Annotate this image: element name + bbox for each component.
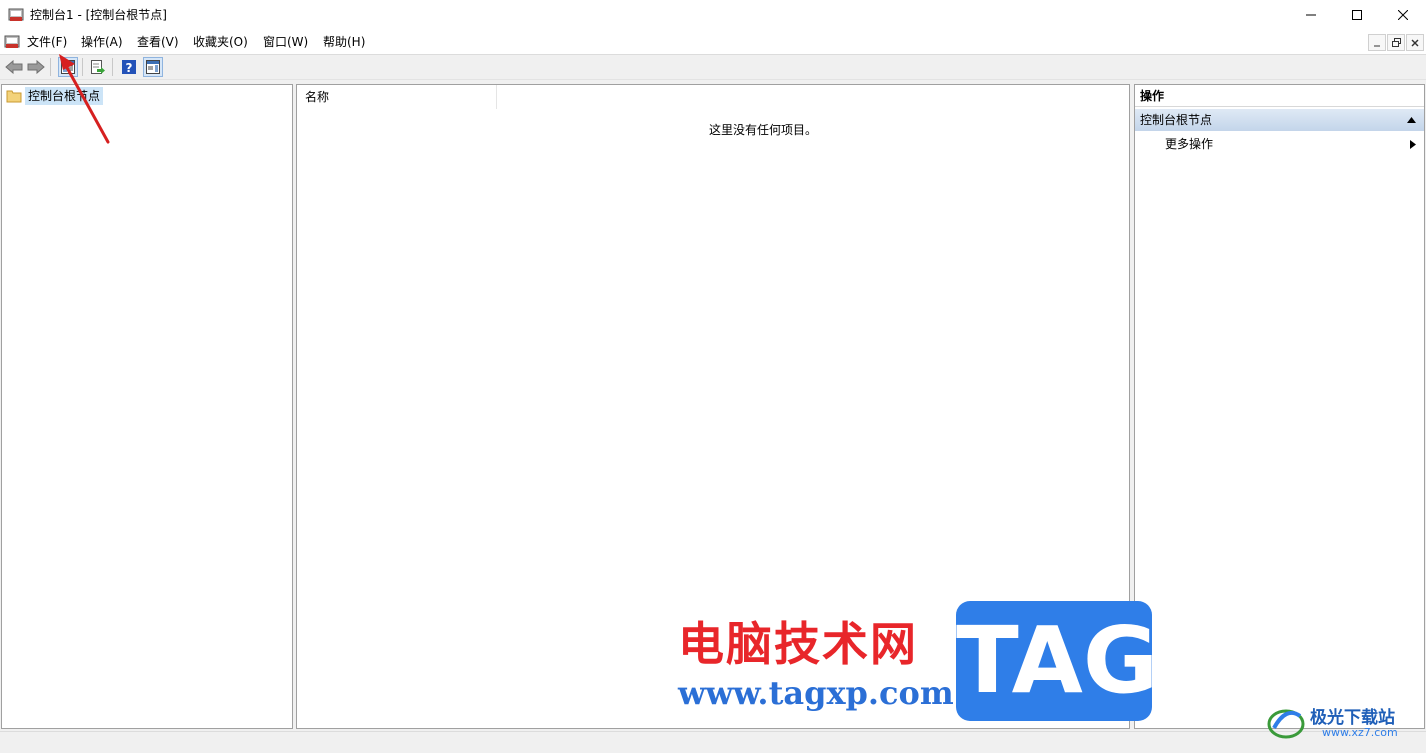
minimize-button[interactable] xyxy=(1288,0,1334,30)
minimize-icon xyxy=(1374,45,1380,46)
menu-action[interactable]: 操作(A) xyxy=(78,30,126,54)
actions-pane-header: 操作 xyxy=(1135,85,1424,107)
arrow-left-icon xyxy=(5,60,23,74)
annotation-arrow-icon xyxy=(59,54,110,144)
mmc-console-icon[interactable] xyxy=(8,7,24,23)
site-logo-icon xyxy=(1267,709,1305,739)
show-hide-action-pane-button[interactable] xyxy=(143,57,163,77)
close-icon xyxy=(1411,39,1419,46)
folder-icon xyxy=(6,90,22,103)
toolbar-separator xyxy=(50,58,51,76)
menu-file[interactable]: 文件(F) xyxy=(24,30,70,54)
actions-section-title: 控制台根节点 xyxy=(1140,113,1213,127)
child-restore-button[interactable] xyxy=(1387,34,1405,51)
menu-view[interactable]: 查看(V) xyxy=(134,30,182,54)
child-minimize-button[interactable] xyxy=(1368,34,1386,51)
title-bar: 控制台1 - [控制台根节点] xyxy=(0,0,1426,30)
actions-pane: 操作 控制台根节点 更多操作 xyxy=(1134,84,1425,729)
forward-button[interactable] xyxy=(26,57,46,77)
menu-help[interactable]: 帮助(H) xyxy=(320,30,368,54)
close-button[interactable] xyxy=(1380,0,1426,30)
toolbar: ? xyxy=(0,55,1426,80)
watermark-cn-text: 电脑技术网 xyxy=(678,617,918,671)
more-actions-label: 更多操作 xyxy=(1165,137,1214,151)
restore-icon xyxy=(1391,38,1401,47)
more-actions-item[interactable]: 更多操作 xyxy=(1165,133,1213,155)
watermark-site-name: 极光下载站 xyxy=(1310,708,1395,728)
empty-list-message: 这里没有任何项目。 xyxy=(708,123,817,137)
actions-section-console-root[interactable]: 控制台根节点 xyxy=(1135,109,1424,131)
console-document-icon[interactable] xyxy=(4,34,20,50)
back-button[interactable] xyxy=(4,57,24,77)
watermark-url: www.tagxp.com xyxy=(678,674,954,712)
help-button[interactable]: ? xyxy=(119,57,139,77)
close-icon xyxy=(1398,10,1408,20)
menu-bar: 文件(F) 操作(A) 查看(V) 收藏夹(O) 窗口(W) 帮助(H) xyxy=(0,30,1426,55)
watermark-site-url: www.xz7.com xyxy=(1322,726,1398,739)
arrow-right-icon xyxy=(27,60,45,74)
collapse-up-icon[interactable] xyxy=(1407,117,1416,123)
child-close-button[interactable] xyxy=(1406,34,1424,51)
submenu-arrow-icon[interactable] xyxy=(1410,140,1416,149)
column-header-name[interactable]: 名称 xyxy=(297,85,497,109)
action-pane-icon xyxy=(146,60,160,74)
status-bar xyxy=(0,731,1426,753)
svg-text:?: ? xyxy=(126,61,133,75)
maximize-icon xyxy=(1352,10,1362,20)
menu-favorites[interactable]: 收藏夹(O) xyxy=(190,30,251,54)
watermark-tag-logo: TAG xyxy=(956,601,1158,721)
window-title: 控制台1 - [控制台根节点] xyxy=(30,8,167,22)
minimize-icon xyxy=(1306,14,1316,16)
console-tree-pane[interactable]: 控制台根节点 xyxy=(1,84,293,729)
help-icon: ? xyxy=(122,60,136,75)
maximize-button[interactable] xyxy=(1334,0,1380,30)
menu-window[interactable]: 窗口(W) xyxy=(260,30,311,54)
